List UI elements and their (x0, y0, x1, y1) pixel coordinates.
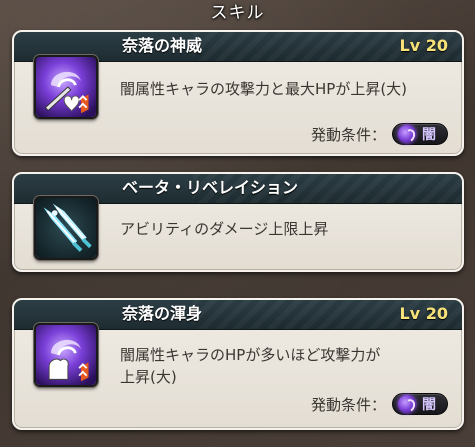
skill-level: Lv 20 (399, 304, 448, 323)
dark-element-badge: 闇 (392, 123, 448, 145)
skill-card-1[interactable]: 奈落の神威 Lv 20 闇属性キャラの攻撃力と最大HPが上昇(大) 発動条件： (12, 30, 464, 156)
twin-blades-icon (34, 196, 98, 260)
skill-description: アビリティのダメージ上限上昇 (120, 220, 329, 238)
skill-level: Lv 20 (399, 36, 448, 55)
skill-card-3[interactable]: 奈落の渾身 Lv 20 闇属性キャラのHPが多いほど攻撃力が 上昇(大) 発動条… (12, 298, 464, 430)
skill-header: スキル (0, 0, 475, 28)
condition-value: 闇 (422, 127, 436, 143)
activation-condition: 発動条件： 闇 (311, 392, 448, 416)
dark-arm-icon (34, 323, 98, 387)
skill-description: 闇属性キャラの攻撃力と最大HPが上昇(大) (120, 80, 408, 98)
dark-element-icon (398, 125, 416, 143)
dark-sword-heart-icon (34, 55, 98, 119)
skill-name: ベータ・リベレイション (122, 178, 299, 197)
skill-description: 闇属性キャラのHPが多いほど攻撃力が (120, 346, 381, 364)
condition-label: 発動条件： (310, 125, 386, 144)
condition-label: 発動条件： (310, 395, 386, 414)
skill-card-2[interactable]: ベータ・リベレイション アビリティのダメージ上限上昇 (12, 172, 464, 272)
skill-name: 奈落の渾身 (122, 304, 203, 323)
activation-condition: 発動条件： 闇 (311, 122, 448, 146)
skill-name: 奈落の神威 (122, 36, 203, 55)
skill-description-continued: 上昇(大) (120, 368, 177, 386)
dark-element-badge: 闇 (392, 393, 448, 415)
dark-element-icon (398, 395, 416, 413)
condition-value: 闇 (422, 397, 436, 413)
header-title: スキル (210, 3, 265, 23)
